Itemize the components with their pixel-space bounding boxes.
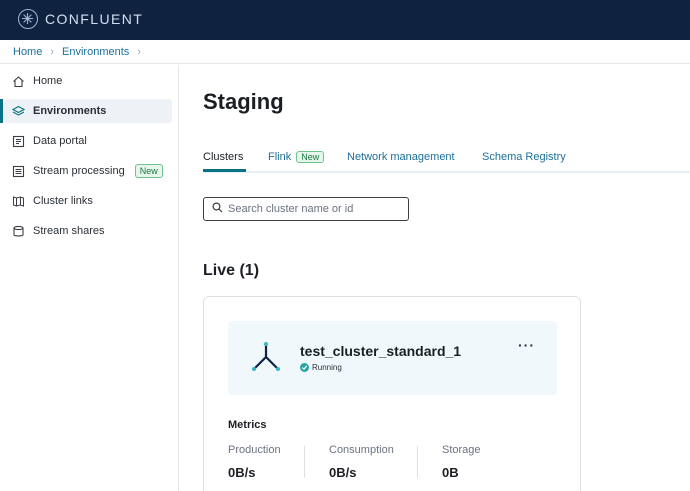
portal-icon	[12, 135, 25, 148]
metric-consumption: Consumption 0B/s	[329, 444, 394, 480]
brand-name: CONFLUENT	[45, 11, 144, 27]
metric-value: 0B	[442, 465, 459, 480]
new-badge: New	[296, 151, 325, 163]
metric-storage: Storage 0B	[442, 444, 481, 480]
status-badge: Running	[300, 363, 342, 372]
metric-value: 0B/s	[228, 465, 256, 480]
breadcrumb-environments[interactable]: Environments	[62, 46, 129, 58]
new-badge: New	[134, 164, 163, 178]
tab-schema-registry[interactable]: Schema Registry	[482, 151, 566, 163]
sidebar-item-label: Stream shares	[33, 225, 105, 237]
tab-bar: Clusters Flink New Network management Sc…	[203, 149, 690, 173]
metric-production: Production 0B/s	[228, 444, 281, 480]
metric-divider	[417, 446, 418, 478]
metric-label: Consumption	[329, 444, 394, 456]
status-text: Running	[312, 363, 342, 372]
chevron-right-icon: ›	[50, 45, 55, 58]
page-title: Staging	[203, 89, 284, 114]
metric-label: Storage	[442, 444, 481, 456]
main-content: Staging Clusters Flink New Network manag…	[180, 65, 690, 491]
metric-label: Production	[228, 444, 281, 456]
stream-icon	[12, 165, 25, 178]
tab-flink[interactable]: Flink New	[268, 151, 325, 163]
metrics-title: Metrics	[228, 419, 267, 431]
search-input[interactable]	[228, 203, 398, 215]
section-title: Live (1)	[203, 262, 260, 279]
sidebar-item-label: Stream processing	[33, 165, 125, 177]
metric-value: 0B/s	[329, 465, 357, 480]
cluster-header[interactable]: test_cluster_standard_1 Running ···	[228, 321, 557, 395]
home-icon	[12, 75, 25, 88]
active-tab-indicator	[203, 169, 246, 172]
top-navigation-bar: CONFLUENT	[0, 0, 690, 40]
breadcrumb: Home › Environments ›	[0, 40, 690, 64]
search-icon	[212, 200, 223, 218]
sidebar-item-cluster-links[interactable]: Cluster links	[4, 189, 172, 213]
tab-label: Clusters	[203, 151, 244, 163]
sidebar-item-data-portal[interactable]: Data portal	[4, 129, 172, 153]
cluster-icon	[248, 339, 284, 380]
sidebar-item-environments[interactable]: Environments	[0, 99, 172, 123]
confluent-logo-icon	[18, 9, 38, 29]
search-box	[203, 197, 409, 221]
sidebar-item-label: Data portal	[33, 135, 87, 147]
layers-icon	[12, 105, 25, 118]
cluster-name[interactable]: test_cluster_standard_1	[300, 343, 461, 359]
sidebar: Home Environments Data portal Stream pro…	[0, 65, 179, 491]
sidebar-item-stream-shares[interactable]: Stream shares	[4, 219, 172, 243]
tab-label: Flink	[268, 151, 292, 163]
confluent-logo[interactable]: CONFLUENT	[18, 9, 143, 29]
chevron-right-icon: ›	[137, 45, 141, 58]
cluster-card[interactable]: test_cluster_standard_1 Running ··· Metr…	[203, 296, 581, 491]
links-icon	[12, 195, 25, 208]
sidebar-item-label: Home	[33, 75, 63, 87]
tab-network-management[interactable]: Network management	[347, 151, 455, 163]
check-circle-icon	[300, 363, 309, 372]
sidebar-item-label: Environments	[33, 105, 107, 117]
more-options-button[interactable]: ···	[518, 337, 535, 353]
tab-label: Schema Registry	[482, 151, 566, 163]
metric-divider	[304, 446, 305, 478]
sidebar-item-home[interactable]: Home	[4, 69, 172, 93]
sidebar-item-label: Cluster links	[33, 195, 93, 207]
breadcrumb-home[interactable]: Home	[13, 46, 42, 58]
database-icon	[12, 225, 25, 238]
tab-clusters[interactable]: Clusters	[203, 151, 243, 163]
sidebar-item-stream-processing[interactable]: Stream processing New	[4, 159, 172, 183]
tab-label: Network management	[347, 151, 455, 163]
